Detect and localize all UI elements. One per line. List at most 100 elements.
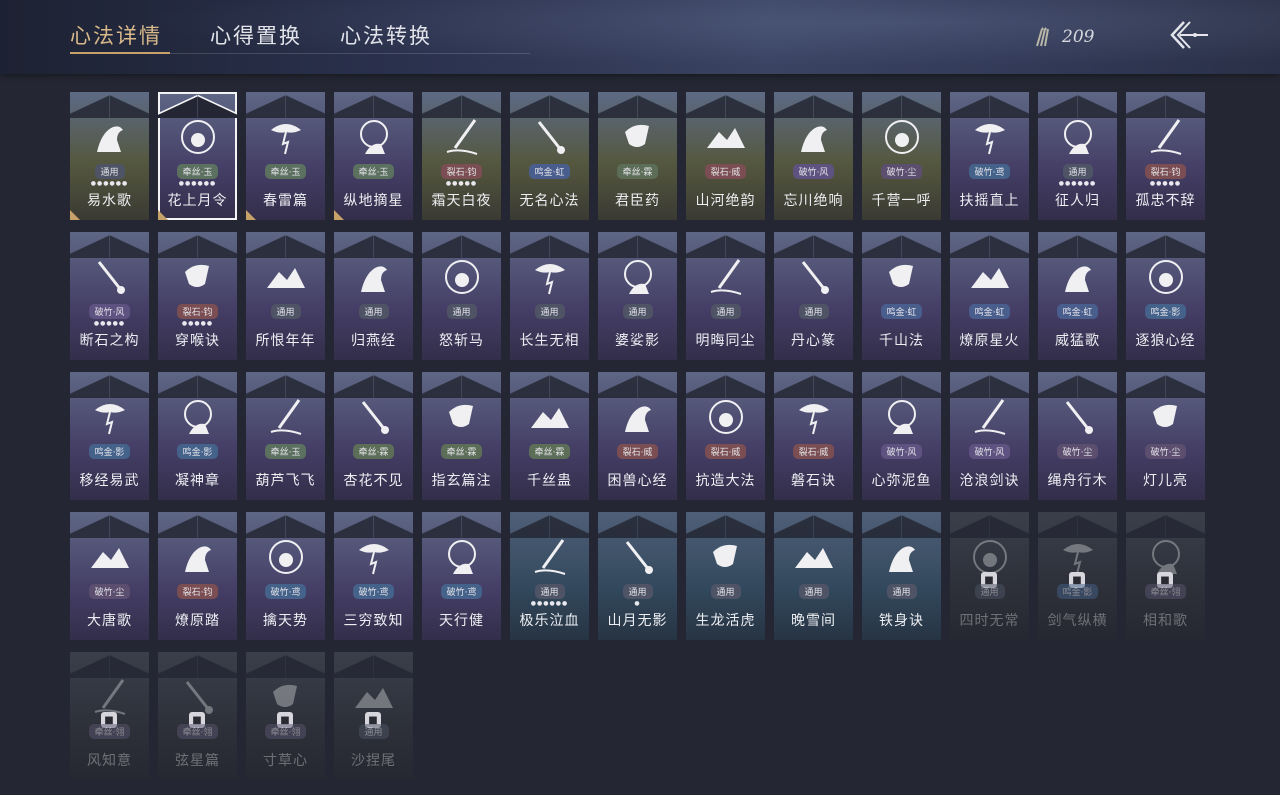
method-name: 生龙活虎 [695, 613, 756, 629]
method-card[interactable]: ■通用铁身诀 [862, 512, 941, 640]
method-card[interactable]: ■通用归燕经 [334, 232, 413, 360]
method-card[interactable]: ■通用丹心篆 [774, 232, 853, 360]
method-tag: 破竹·鸢 [440, 584, 483, 599]
tab-insight-exchange[interactable]: 心得置换 [210, 20, 302, 50]
method-card[interactable]: ■裂石·威山河绝韵 [686, 92, 765, 220]
equipped-corner-mark [334, 210, 344, 220]
method-card[interactable]: ■破竹·尘千营一呼 [862, 92, 941, 220]
method-card[interactable]: ■裂石·威磐石诀 [774, 372, 853, 500]
spear-icon [527, 114, 573, 160]
method-card[interactable]: ■裂石·钧●●●●●孤忠不辞 [1126, 92, 1205, 220]
method-card[interactable]: ■ 通用 沙捏尾 [334, 652, 413, 780]
method-card[interactable]: ■ 鸣金·影 剑气纵横 [1038, 512, 1117, 640]
method-tag: 牵丝·翎 [264, 724, 307, 739]
method-card[interactable]: ■通用晚雪间 [774, 512, 853, 640]
method-name: 磐石诀 [791, 473, 836, 489]
wave-icon [175, 254, 221, 300]
method-card[interactable]: ■裂石·钧燎原踏 [158, 512, 237, 640]
method-name: 寸草心 [263, 753, 308, 769]
method-card[interactable]: ■通用所恨年年 [246, 232, 325, 360]
method-card[interactable]: ■破竹·鸢扶摇直上 [950, 92, 1029, 220]
method-card[interactable]: ■牵丝·玉●●●●●●花上月令 [158, 92, 237, 220]
method-card[interactable]: ■通用●●●●●●征人归 [1038, 92, 1117, 220]
method-name: 征人归 [1055, 193, 1100, 209]
method-card[interactable]: ■破竹·尘灯儿亮 [1126, 372, 1205, 500]
method-card[interactable]: ■破竹·鸢天行健 [422, 512, 501, 640]
method-tag: 破竹·风 [88, 304, 131, 319]
method-card[interactable]: ■破竹·风忘川绝响 [774, 92, 853, 220]
method-tag: 牵丝·霖 [616, 164, 659, 179]
method-card[interactable]: ■牵丝·玉葫芦飞飞 [246, 372, 325, 500]
method-card[interactable]: ■破竹·尘绳舟行木 [1038, 372, 1117, 500]
method-card[interactable]: ■通用●●●●●●极乐泣血 [510, 512, 589, 640]
method-card[interactable]: ■破竹·风沧浪剑诀 [950, 372, 1029, 500]
method-tag: 裂石·钧 [440, 164, 483, 179]
method-card[interactable]: ■破竹·风心弥泥鱼 [862, 372, 941, 500]
method-name: 大唐歌 [87, 613, 132, 629]
method-name: 扶摇直上 [959, 193, 1020, 209]
tab-method-convert[interactable]: 心法转换 [340, 20, 432, 50]
method-name: 指玄篇注 [431, 473, 492, 489]
method-card[interactable]: ■牵丝·霖君臣药 [598, 92, 677, 220]
method-card[interactable]: ■通用婆娑影 [598, 232, 677, 360]
method-card[interactable]: ■破竹·尘大唐歌 [70, 512, 149, 640]
method-tag: 通用 [886, 584, 917, 599]
method-card[interactable]: ■鸣金·虹千山法 [862, 232, 941, 360]
method-card[interactable]: ■ 牵丝·翎 寸草心 [246, 652, 325, 780]
heart-method-grid: ■通用●●●●●●易水歌■牵丝·玉●●●●●●花上月令■牵丝·玉春雷篇■牵丝·玉… [70, 92, 1210, 782]
method-name: 花上月令 [167, 193, 228, 209]
method-tag: 破竹·风 [880, 444, 923, 459]
method-card[interactable]: ■ 牵丝·翎 风知意 [70, 652, 149, 780]
method-tag: 破竹·尘 [880, 164, 923, 179]
method-card[interactable]: ■牵丝·玉春雷篇 [246, 92, 325, 220]
method-card[interactable]: ■牵丝·玉纵地摘星 [334, 92, 413, 220]
method-name: 孤忠不辞 [1135, 193, 1196, 209]
method-name: 杏花不见 [343, 473, 404, 489]
back-button[interactable] [1164, 18, 1210, 52]
method-tag: 通用 [534, 584, 565, 599]
method-card[interactable]: ■鸣金·影凝神章 [158, 372, 237, 500]
method-name: 忘川绝响 [783, 193, 844, 209]
method-card[interactable]: ■ 牵丝·翎 相和歌 [1126, 512, 1205, 640]
method-card[interactable]: ■通用明晦同尘 [686, 232, 765, 360]
star-hand-icon [351, 114, 397, 160]
beast-icon [615, 394, 661, 440]
method-card[interactable]: ■牵丝·霖千丝蛊 [510, 372, 589, 500]
method-card[interactable]: ■鸣金·虹燎原星火 [950, 232, 1029, 360]
method-card[interactable]: ■ 通用 四时无常 [950, 512, 1029, 640]
method-tag: 鸣金·影 [88, 444, 131, 459]
method-card[interactable]: ■鸣金·虹威猛歌 [1038, 232, 1117, 360]
method-name: 燎原踏 [175, 613, 220, 629]
method-card[interactable]: ■裂石·钧●●●●●穿喉诀 [158, 232, 237, 360]
method-name: 易水歌 [87, 193, 132, 209]
method-card[interactable]: ■裂石·威抗造大法 [686, 372, 765, 500]
method-tag: 通用 [94, 164, 125, 179]
method-card[interactable]: ■裂石·钧●●●●●霜天白夜 [422, 92, 501, 220]
method-card[interactable]: ■裂石·威困兽心经 [598, 372, 677, 500]
arrows-icon [1036, 27, 1049, 47]
method-name: 山河绝韵 [695, 193, 756, 209]
method-card[interactable]: ■通用怒斩马 [422, 232, 501, 360]
method-name: 穿喉诀 [175, 333, 220, 349]
method-card[interactable]: ■破竹·鸢擒天势 [246, 512, 325, 640]
method-card[interactable]: ■通用●●●●●●易水歌 [70, 92, 149, 220]
method-tag: 通用 [798, 584, 829, 599]
wolf-icon [1143, 254, 1189, 300]
method-tag: 通用 [270, 304, 301, 319]
method-card[interactable]: ■通用●山月无影 [598, 512, 677, 640]
method-tag: 破竹·风 [792, 164, 835, 179]
method-card[interactable]: ■鸣金·虹无名心法 [510, 92, 589, 220]
method-tag: 通用 [358, 304, 389, 319]
tab-heart-method-details[interactable]: 心法详情 [70, 20, 162, 50]
method-card[interactable]: ■破竹·风●●●●●断石之构 [70, 232, 149, 360]
method-card[interactable]: ■牵丝·霖指玄篇注 [422, 372, 501, 500]
fish-icon [879, 394, 925, 440]
method-card[interactable]: ■通用生龙活虎 [686, 512, 765, 640]
method-card[interactable]: ■ 牵丝·翎 弦星篇 [158, 652, 237, 780]
method-card[interactable]: ■破竹·鸢三穷致知 [334, 512, 413, 640]
mask-icon [791, 114, 837, 160]
method-card[interactable]: ■牵丝·霖杏花不见 [334, 372, 413, 500]
method-card[interactable]: ■通用长生无相 [510, 232, 589, 360]
method-card[interactable]: ■鸣金·影移经易武 [70, 372, 149, 500]
method-card[interactable]: ■鸣金·影逐狼心经 [1126, 232, 1205, 360]
